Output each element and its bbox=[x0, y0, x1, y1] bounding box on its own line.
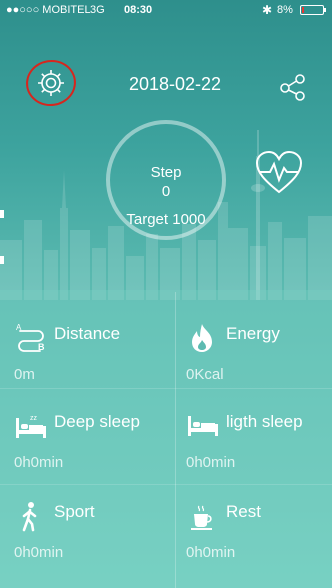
svg-text:zz: zz bbox=[30, 415, 38, 422]
bluetooth-icon: ✱ bbox=[262, 3, 273, 17]
energy-tile[interactable]: Energy 0Kcal bbox=[186, 322, 332, 418]
flame-icon bbox=[192, 324, 212, 352]
network-type: 3G bbox=[90, 4, 105, 16]
status-bar: ●●○○○ MOBITEL 3G 08:30 ✱ 8% bbox=[0, 0, 332, 20]
sport-tile[interactable]: Sport 0h0min bbox=[14, 500, 178, 588]
step-label: Step bbox=[150, 164, 182, 181]
light-sleep-bed-icon bbox=[188, 416, 218, 436]
rest-tile[interactable]: Rest 0h0min bbox=[186, 500, 332, 588]
deep-sleep-bed-icon: zz bbox=[16, 415, 46, 438]
app-screen: ●●○○○ MOBITEL 3G 08:30 ✱ 8% 2018-02-22 S… bbox=[0, 0, 332, 588]
metric-value: 0m bbox=[14, 366, 35, 383]
distance-icon: A B bbox=[16, 323, 45, 352]
metric-label: Energy bbox=[226, 324, 280, 343]
carrier-info: ●●○○○ MOBITEL bbox=[6, 4, 91, 16]
svg-text:B: B bbox=[38, 342, 45, 352]
metric-value: 0h0min bbox=[186, 454, 236, 471]
step-target: Target 1000 bbox=[126, 211, 206, 228]
svg-text:A: A bbox=[16, 323, 22, 332]
current-date[interactable]: 2018-02-22 bbox=[110, 74, 240, 95]
metric-value: 0Kcal bbox=[186, 366, 224, 383]
settings-button[interactable] bbox=[23, 56, 79, 110]
metric-label: Rest bbox=[226, 502, 261, 521]
battery-level-fill bbox=[302, 7, 304, 13]
distance-tile[interactable]: A B Distance 0m bbox=[14, 322, 178, 418]
metric-label: Sport bbox=[54, 502, 95, 521]
walking-person-icon bbox=[22, 502, 37, 532]
battery-percentage: 8% bbox=[277, 4, 293, 16]
metric-label: Distance bbox=[54, 324, 121, 343]
share-button[interactable] bbox=[278, 72, 308, 107]
metric-label: ligth sleep bbox=[226, 412, 303, 431]
battery-icon bbox=[300, 5, 324, 15]
share-icon bbox=[280, 74, 305, 101]
metric-value: 0h0min bbox=[14, 544, 64, 561]
status-time: 08:30 bbox=[124, 4, 153, 16]
gear-icon bbox=[38, 70, 64, 96]
carrier-name: MOBITEL bbox=[42, 4, 91, 16]
signal-strength-indicator: ●●○○○ bbox=[6, 4, 40, 16]
left-edge-marker bbox=[0, 256, 4, 264]
metric-value: 0h0min bbox=[14, 454, 64, 471]
battery-tip bbox=[324, 8, 326, 12]
left-edge-marker bbox=[0, 210, 4, 218]
coffee-cup-icon bbox=[191, 505, 212, 530]
metric-label: Deep sleep bbox=[54, 412, 141, 431]
heart-rate-button[interactable] bbox=[254, 150, 304, 201]
step-count: 0 bbox=[161, 183, 171, 200]
heart-rate-icon bbox=[255, 150, 303, 194]
metric-value: 0h0min bbox=[186, 544, 236, 561]
deep-sleep-tile[interactable]: zz Deep sleep 0h0min bbox=[14, 410, 178, 506]
light-sleep-tile[interactable]: ligth sleep 0h0min bbox=[186, 410, 332, 506]
